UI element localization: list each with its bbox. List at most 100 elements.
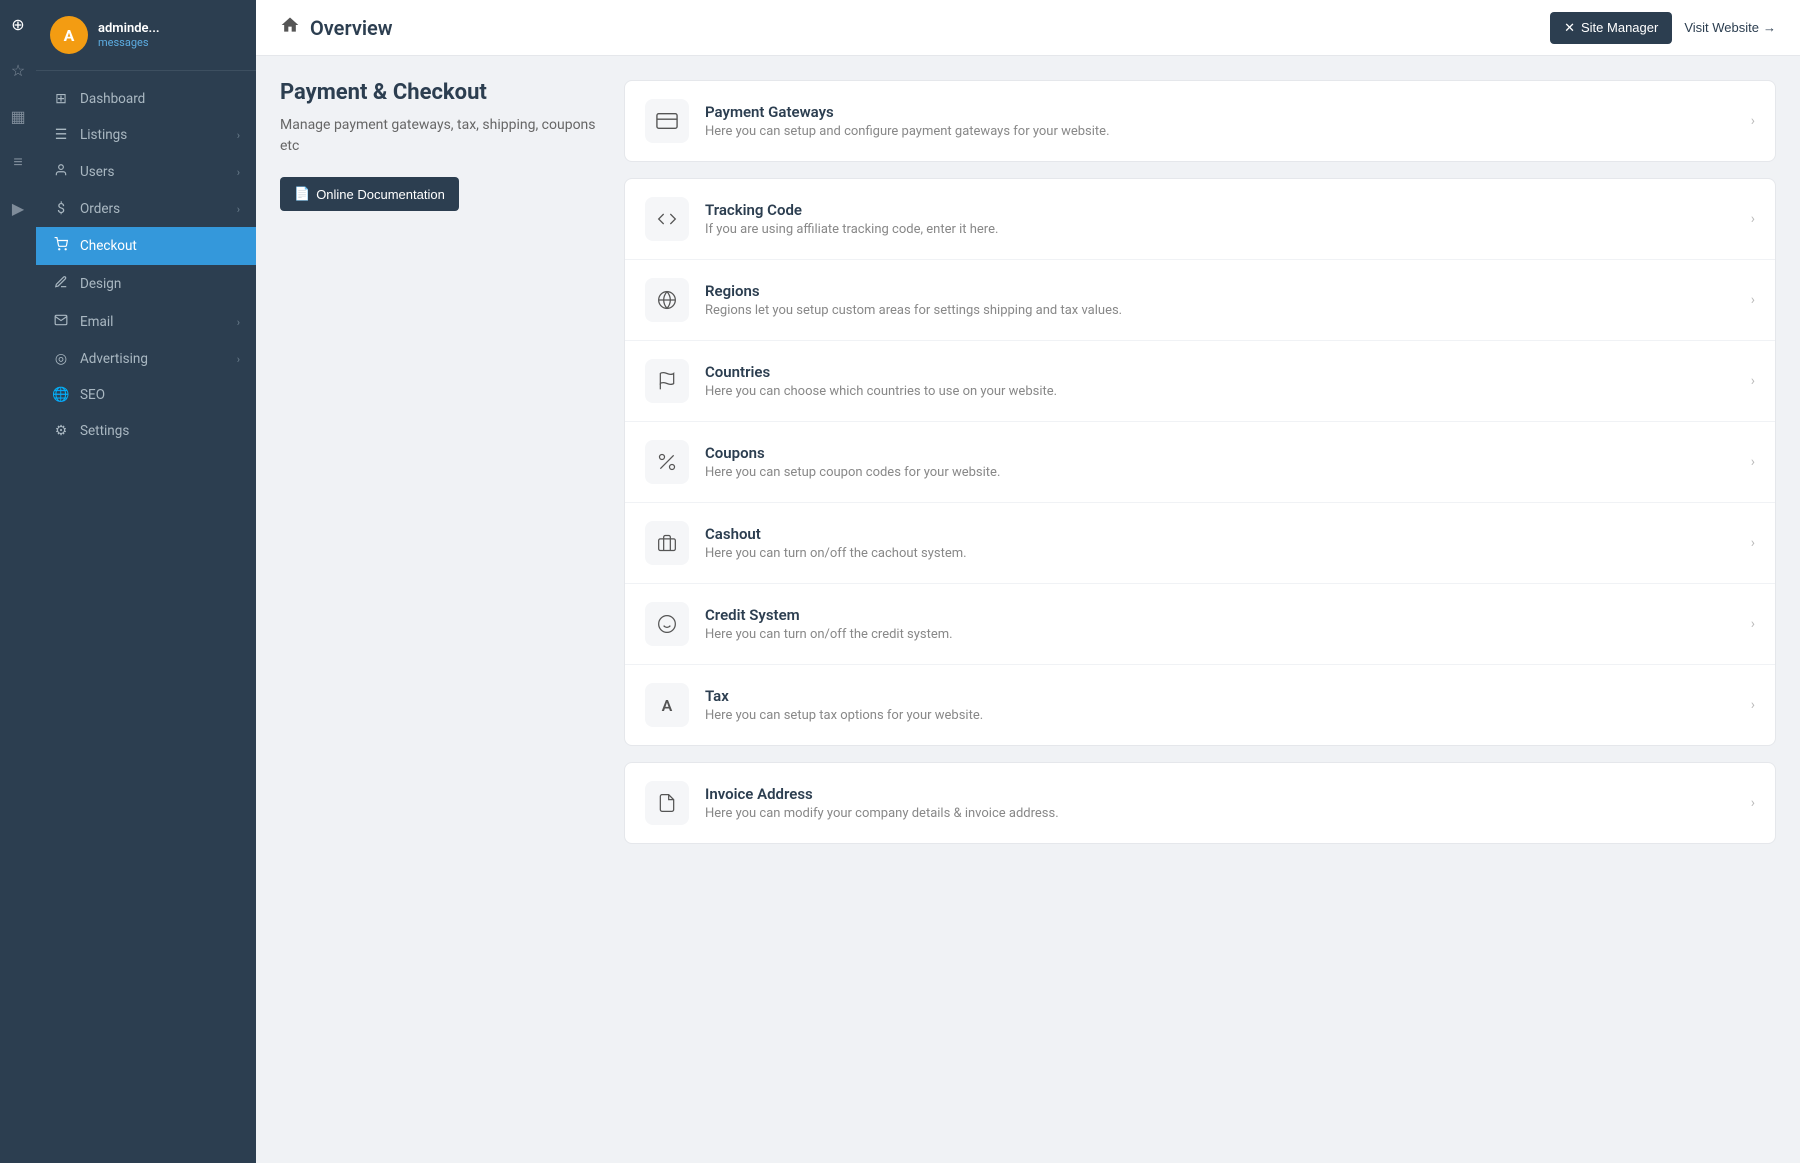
payment-gateways-icon — [645, 99, 689, 143]
seo-icon: 🌐 — [52, 387, 70, 403]
tracking-code-icon — [645, 197, 689, 241]
card-text: Cashout Here you can turn on/off the cac… — [705, 525, 1735, 561]
sidebar-header: A adminde... messages — [36, 0, 256, 71]
card-item-tracking-code[interactable]: Tracking Code If you are using affiliate… — [625, 179, 1775, 260]
chevron-icon: › — [237, 316, 240, 329]
card-desc: If you are using affiliate tracking code… — [705, 222, 1735, 237]
arrow-icon: → — [1763, 20, 1776, 35]
card-desc: Here you can choose which countries to u… — [705, 384, 1735, 399]
card-item-regions[interactable]: Regions Regions let you setup custom are… — [625, 260, 1775, 341]
chevron-right-icon: › — [1751, 616, 1755, 632]
site-manager-button[interactable]: ✕ Site Manager — [1550, 12, 1672, 44]
sidebar-item-label: Settings — [80, 423, 129, 439]
card-title: Countries — [705, 363, 1735, 381]
card-title: Cashout — [705, 525, 1735, 543]
rail-icon-play[interactable]: ▶ — [4, 194, 32, 222]
advertising-icon: ◎ — [52, 351, 70, 367]
section-title: Payment & Checkout — [280, 80, 600, 105]
credit-system-icon — [645, 602, 689, 646]
rail-icon-home[interactable]: ⊕ — [4, 10, 32, 38]
sidebar-item-label: Checkout — [80, 238, 137, 254]
card-title: Payment Gateways — [705, 103, 1735, 121]
section-description: Manage payment gateways, tax, shipping, … — [280, 115, 600, 157]
coupons-icon — [645, 440, 689, 484]
sidebar-item-label: Advertising — [80, 351, 148, 367]
sidebar-item-design[interactable]: Design — [36, 265, 256, 303]
settings-icon: ⚙ — [52, 423, 70, 439]
sidebar-item-advertising[interactable]: ◎ Advertising › — [36, 341, 256, 377]
users-icon — [52, 163, 70, 181]
main-content: Overview ✕ Site Manager Visit Website → … — [256, 0, 1800, 1163]
card-text: Countries Here you can choose which coun… — [705, 363, 1735, 399]
card-group-1: Payment Gateways Here you can setup and … — [624, 80, 1776, 162]
content-area: Payment & Checkout Manage payment gatewa… — [256, 56, 1800, 1163]
card-text: Regions Regions let you setup custom are… — [705, 282, 1735, 318]
card-title: Coupons — [705, 444, 1735, 462]
cashout-icon — [645, 521, 689, 565]
sidebar-item-dashboard[interactable]: ⊞ Dashboard — [36, 81, 256, 117]
visit-website-button[interactable]: Visit Website → — [1684, 20, 1776, 35]
left-panel: Payment & Checkout Manage payment gatewa… — [280, 80, 600, 1139]
sidebar-item-label: Dashboard — [80, 91, 145, 107]
cards-area: Payment Gateways Here you can setup and … — [624, 80, 1776, 1139]
sidebar-user-info: adminde... messages — [98, 21, 160, 49]
sidebar-item-label: Design — [80, 276, 121, 292]
card-item-countries[interactable]: Countries Here you can choose which coun… — [625, 341, 1775, 422]
orders-icon: $ — [52, 201, 70, 217]
sidebar-item-listings[interactable]: ☰ Listings › — [36, 117, 256, 153]
sidebar-item-label: Users — [80, 164, 114, 180]
card-text: Invoice Address Here you can modify your… — [705, 785, 1735, 821]
chevron-icon: › — [237, 166, 240, 179]
chevron-right-icon: › — [1751, 211, 1755, 227]
rail-icon-star[interactable]: ☆ — [4, 56, 32, 84]
card-item-coupons[interactable]: Coupons Here you can setup coupon codes … — [625, 422, 1775, 503]
countries-icon — [645, 359, 689, 403]
sidebar-item-checkout[interactable]: Checkout — [36, 227, 256, 265]
rail-icon-grid[interactable]: ▦ — [4, 102, 32, 130]
sidebar-item-seo[interactable]: 🌐 SEO — [36, 377, 256, 413]
topbar-right: ✕ Site Manager Visit Website → — [1550, 12, 1776, 44]
chevron-right-icon: › — [1751, 292, 1755, 308]
card-title: Credit System — [705, 606, 1735, 624]
chevron-right-icon: › — [1751, 113, 1755, 129]
sidebar-item-users[interactable]: Users › — [36, 153, 256, 191]
sidebar-messages: messages — [98, 36, 160, 49]
card-title: Invoice Address — [705, 785, 1735, 803]
sidebar-username: adminde... — [98, 21, 160, 36]
listings-icon: ☰ — [52, 127, 70, 143]
chevron-right-icon: › — [1751, 697, 1755, 713]
card-item-cashout[interactable]: Cashout Here you can turn on/off the cac… — [625, 503, 1775, 584]
tax-icon: A — [645, 683, 689, 727]
card-item-credit-system[interactable]: Credit System Here you can turn on/off t… — [625, 584, 1775, 665]
sidebar-item-settings[interactable]: ⚙ Settings — [36, 413, 256, 449]
card-title: Tracking Code — [705, 201, 1735, 219]
regions-icon — [645, 278, 689, 322]
checkout-icon — [52, 237, 70, 255]
chevron-right-icon: › — [1751, 535, 1755, 551]
online-documentation-button[interactable]: 📄 Online Documentation — [280, 177, 459, 211]
invoice-address-icon — [645, 781, 689, 825]
card-group-3: Invoice Address Here you can modify your… — [624, 762, 1776, 844]
chevron-right-icon: › — [1751, 373, 1755, 389]
card-desc: Here you can setup and configure payment… — [705, 124, 1735, 139]
card-text: Credit System Here you can turn on/off t… — [705, 606, 1735, 642]
card-item-payment-gateways[interactable]: Payment Gateways Here you can setup and … — [625, 81, 1775, 161]
card-desc: Here you can turn on/off the credit syst… — [705, 627, 1735, 642]
card-text: Payment Gateways Here you can setup and … — [705, 103, 1735, 139]
chevron-icon: › — [237, 353, 240, 366]
sidebar-item-label: SEO — [80, 387, 105, 403]
sidebar-item-label: Email — [80, 314, 113, 330]
card-desc: Here you can turn on/off the cachout sys… — [705, 546, 1735, 561]
rail-icon-list[interactable]: ≡ — [4, 148, 32, 176]
sidebar-item-email[interactable]: Email › — [36, 303, 256, 341]
sidebar-item-label: Orders — [80, 201, 120, 217]
card-item-tax[interactable]: A Tax Here you can setup tax options for… — [625, 665, 1775, 745]
chevron-icon: › — [237, 129, 240, 142]
avatar: A — [50, 16, 88, 54]
design-icon — [52, 275, 70, 293]
sidebar: A adminde... messages ⊞ Dashboard ☰ List… — [36, 0, 256, 1163]
card-item-invoice-address[interactable]: Invoice Address Here you can modify your… — [625, 763, 1775, 843]
sidebar-item-orders[interactable]: $ Orders › — [36, 191, 256, 227]
icon-rail: ⊕ ☆ ▦ ≡ ▶ — [0, 0, 36, 1163]
card-title: Tax — [705, 687, 1735, 705]
